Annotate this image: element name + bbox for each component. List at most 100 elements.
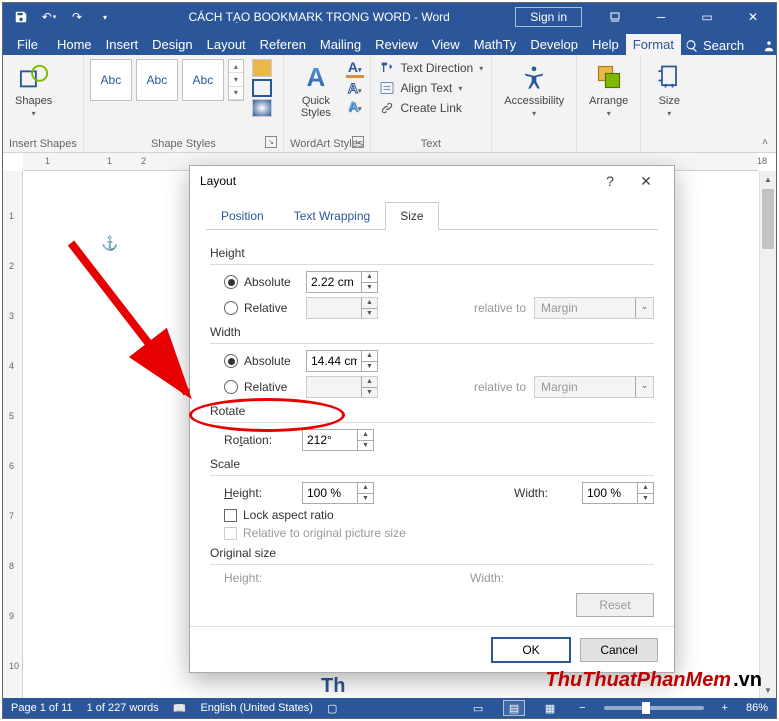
titlebar-right: Sign in ─ ▭ ✕ [515, 3, 776, 31]
arrange-button[interactable]: Arrange▾ [583, 59, 634, 120]
radio-height-absolute[interactable]: Absolute [224, 275, 298, 289]
dialog-tab-size[interactable]: Size [385, 202, 438, 230]
radio-width-absolute[interactable]: Absolute [224, 354, 298, 368]
tab-mathtype[interactable]: MathTy [467, 34, 524, 55]
share-button[interactable]: Share [758, 36, 779, 55]
tab-layout[interactable]: Layout [200, 34, 253, 55]
align-text-label: Align Text [401, 81, 453, 95]
radio-width-relative[interactable]: Relative [224, 380, 298, 394]
maximize-icon[interactable]: ▭ [684, 3, 730, 31]
scale-height-input[interactable]: ▲▼ [302, 482, 374, 504]
width-relative-input: ▲▼ [306, 376, 378, 398]
align-text-button[interactable]: Align Text ▾ [377, 79, 486, 97]
tab-help[interactable]: Help [585, 34, 626, 55]
scroll-up-icon[interactable]: ▲ [760, 171, 776, 187]
dialog-launcher-icon[interactable]: ↘ [265, 136, 277, 148]
section-scale: Scale [210, 457, 654, 471]
dialog-tab-text-wrapping[interactable]: Text Wrapping [279, 202, 385, 230]
tab-format[interactable]: Format [626, 34, 681, 55]
create-link-button[interactable]: Create Link [377, 99, 486, 117]
scale-width-input[interactable]: ▲▼ [582, 482, 654, 504]
height-absolute-input[interactable]: ▲▼ [306, 271, 378, 293]
style-item[interactable]: Abc [90, 59, 132, 101]
gallery-more[interactable]: ▴▾▾ [228, 59, 244, 101]
tab-home[interactable]: Home [50, 34, 99, 55]
rotation-input[interactable]: ▲▼ [302, 429, 374, 451]
dialog-close-icon[interactable]: ✕ [628, 173, 664, 190]
anchor-icon: ⚓ [101, 235, 118, 252]
zoom-slider[interactable] [604, 706, 704, 710]
tab-design[interactable]: Design [145, 34, 199, 55]
original-height-label: Height: [224, 571, 294, 585]
close-icon[interactable]: ✕ [730, 3, 776, 31]
scroll-down-icon[interactable]: ▼ [760, 682, 776, 698]
width-absolute-input[interactable]: ▲▼ [306, 350, 378, 372]
shape-style-gallery[interactable]: Abc Abc Abc ▴▾▾ [90, 59, 244, 101]
text-fill-icon[interactable]: A▾ [346, 59, 364, 78]
signin-button[interactable]: Sign in [515, 7, 582, 27]
minimize-icon[interactable]: ─ [638, 3, 684, 31]
style-item[interactable]: Abc [182, 59, 224, 101]
radio-height-relative[interactable]: Relative [224, 301, 298, 315]
tab-mailings[interactable]: Mailing [313, 34, 368, 55]
arrange-label: Arrange [589, 95, 628, 107]
dialog-tab-position[interactable]: Position [206, 202, 279, 230]
dialog-footer: OK Cancel [190, 626, 674, 672]
tab-file[interactable]: File [5, 34, 50, 55]
zoom-out-icon[interactable]: − [575, 702, 589, 714]
ribbon-options-icon[interactable] [592, 3, 638, 31]
tab-references[interactable]: Referen [253, 34, 313, 55]
chevron-down-icon: ▾ [32, 109, 36, 118]
scroll-thumb[interactable] [762, 189, 774, 249]
undo-icon[interactable]: ↶▾ [37, 5, 61, 29]
section-original-size: Original size [210, 546, 654, 560]
tell-me-search[interactable]: Search [681, 36, 748, 55]
status-macro-icon[interactable]: ▢ [327, 702, 337, 715]
ok-button[interactable]: OK [492, 638, 570, 662]
dialog-launcher-icon[interactable]: ↘ [352, 136, 364, 148]
tab-developer[interactable]: Develop [523, 34, 585, 55]
tab-insert[interactable]: Insert [99, 34, 146, 55]
status-words[interactable]: 1 of 227 words [87, 702, 159, 714]
layout-dialog: Layout ? ✕ Position Text Wrapping Size H… [189, 165, 675, 673]
shape-effects-icon[interactable] [252, 99, 272, 117]
dialog-tabs: Position Text Wrapping Size [206, 202, 658, 230]
quick-styles-button[interactable]: A Quick Styles [290, 59, 342, 121]
view-web-layout-icon[interactable]: ▦ [539, 700, 561, 716]
view-read-mode-icon[interactable]: ▭ [467, 700, 489, 716]
style-item[interactable]: Abc [136, 59, 178, 101]
dialog-titlebar[interactable]: Layout ? ✕ [190, 166, 674, 196]
text-effects-icon[interactable]: A▾ [346, 98, 364, 114]
status-page[interactable]: Page 1 of 11 [11, 702, 73, 714]
shape-fill-icon[interactable] [252, 59, 272, 77]
group-label-shape-styles: Shape Styles↘ [90, 136, 277, 150]
cancel-button[interactable]: Cancel [580, 638, 658, 662]
view-print-layout-icon[interactable]: ▤ [503, 700, 525, 716]
group-label-text: Text [377, 136, 486, 150]
accessibility-button[interactable]: Accessibility▾ [498, 59, 570, 120]
rotation-label: Rotation: [224, 433, 294, 447]
vertical-scrollbar[interactable]: ▲ ▼ [759, 171, 776, 698]
redo-icon[interactable]: ↷ [65, 5, 89, 29]
size-button[interactable]: Size▾ [647, 59, 691, 120]
status-language[interactable]: English (United States) [200, 702, 313, 714]
save-icon[interactable] [9, 5, 33, 29]
qat-customize-icon[interactable]: ▾ [93, 5, 117, 29]
text-outline-icon[interactable]: A▾ [346, 80, 364, 96]
status-bar: Page 1 of 11 1 of 227 words 📖 English (U… [3, 698, 776, 718]
text-direction-button[interactable]: Text Direction ▾ [377, 59, 486, 77]
shapes-button[interactable]: Shapes ▾ [9, 59, 58, 120]
checkbox-lock-aspect[interactable]: Lock aspect ratio [224, 508, 334, 522]
width-relative-to-combo: Margin⌄ [534, 376, 654, 398]
zoom-in-icon[interactable]: + [718, 702, 732, 714]
document-text: Th [321, 675, 345, 698]
vertical-ruler[interactable]: 1 2 3 4 5 6 7 8 9 10 [3, 171, 23, 698]
zoom-percent[interactable]: 86% [746, 702, 768, 714]
dialog-help-icon[interactable]: ? [592, 173, 628, 189]
shape-outline-icon[interactable] [252, 79, 272, 97]
tab-view[interactable]: View [425, 34, 467, 55]
status-proofing-icon[interactable]: 📖 [173, 702, 187, 715]
collapse-ribbon-icon[interactable]: ˄ [762, 137, 768, 148]
tab-review[interactable]: Review [368, 34, 425, 55]
section-rotate: Rotate [210, 404, 654, 418]
